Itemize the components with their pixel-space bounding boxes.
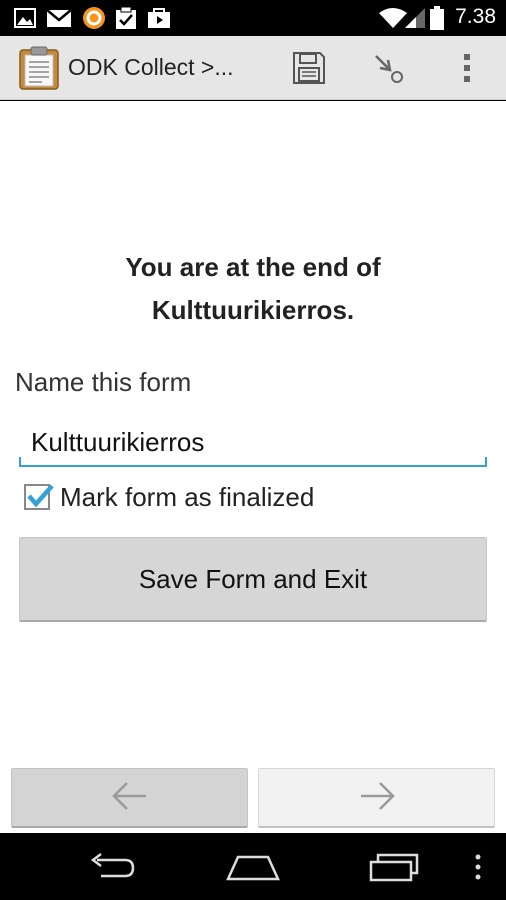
odk-clipboard-icon[interactable] — [18, 46, 60, 90]
form-name-input[interactable] — [19, 419, 487, 467]
status-bar: 7.38 — [0, 0, 506, 36]
battery-icon — [430, 6, 444, 30]
save-icon[interactable] — [287, 46, 331, 90]
next-button[interactable] — [258, 768, 495, 828]
end-message-line1: You are at the end of — [125, 252, 381, 282]
menu-dots-icon[interactable] — [472, 847, 484, 887]
signal-icon — [404, 7, 426, 29]
back-icon[interactable] — [86, 847, 138, 887]
go-to-icon[interactable] — [366, 46, 410, 90]
clock: 7.38 — [455, 5, 496, 28]
action-bar: ODK Collect >... — [0, 36, 506, 100]
app-title[interactable]: ODK Collect >... — [68, 54, 234, 81]
finalize-checkbox-row[interactable]: Mark form as finalized — [24, 479, 314, 515]
finalize-checkbox[interactable] — [24, 484, 54, 510]
play-store-icon — [147, 7, 171, 29]
previous-button[interactable] — [11, 768, 248, 828]
gmail-icon — [46, 7, 72, 29]
save-form-and-exit-button[interactable]: Save Form and Exit — [19, 537, 487, 622]
input-underline-right — [485, 457, 487, 467]
gallery-icon — [14, 7, 36, 29]
orange-app-icon — [82, 7, 106, 29]
arrow-right-icon — [357, 778, 397, 818]
end-of-form-message: You are at the end of Kulttuurikierros. — [0, 246, 506, 332]
recents-icon[interactable] — [368, 847, 420, 887]
arrow-left-icon — [110, 778, 150, 818]
name-form-label: Name this form — [15, 367, 192, 397]
clipboard-check-icon — [114, 6, 138, 29]
form-end-screen: You are at the end of Kulttuurikierros. … — [0, 101, 506, 833]
system-navigation-bar — [0, 833, 506, 900]
input-underline-left — [19, 457, 21, 467]
finalize-label: Mark form as finalized — [60, 481, 315, 512]
end-message-line2: Kulttuurikierros. — [151, 295, 355, 325]
overflow-menu-icon[interactable] — [445, 46, 489, 90]
home-icon[interactable] — [226, 847, 280, 887]
